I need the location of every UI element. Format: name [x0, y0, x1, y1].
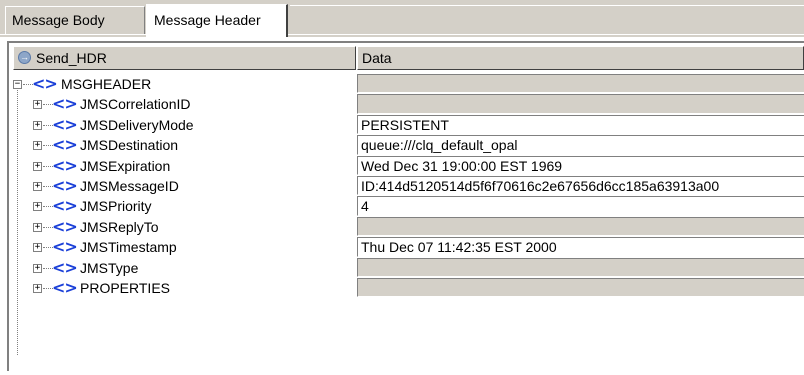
xml-tag-icon: <> — [52, 94, 78, 114]
plus-box-icon[interactable]: + — [33, 283, 42, 293]
plus-box-icon[interactable]: + — [33, 202, 42, 212]
tab-strip-divider — [0, 34, 804, 35]
tree-node-label: JMSCorrelationID — [80, 96, 191, 113]
tree-node-label: JMSExpiration — [80, 157, 171, 174]
tab-strip-border — [290, 5, 804, 34]
tree-node[interactable]: + <> JMSReplyTo — [13, 217, 357, 237]
tree-node[interactable]: + <> PROPERTIES — [13, 278, 357, 298]
tree-node-label: JMSDeliveryMode — [80, 116, 194, 133]
tab-message-header[interactable]: Message Header — [146, 4, 288, 37]
tree-node-label: JMSTimestamp — [80, 239, 177, 256]
tree-node[interactable]: + <> JMSDeliveryMode — [13, 115, 357, 135]
xml-tag-icon: <> — [52, 257, 78, 277]
xml-tag-icon: <> — [52, 135, 78, 155]
xml-tag-icon: <> — [52, 237, 78, 257]
message-header-panel: → Send_HDR Data − <> MSGHEADER + <> JMSCor… — [7, 41, 804, 371]
tree-node-label: JMSPriority — [80, 198, 152, 215]
xml-tag-icon: <> — [52, 114, 78, 134]
xml-tag-icon: <> — [52, 155, 78, 175]
xml-tag-icon: <> — [32, 74, 58, 93]
data-cell[interactable]: Wed Dec 31 19:00:00 EST 1969 — [357, 155, 804, 175]
data-cell-root[interactable] — [357, 74, 804, 94]
plus-box-icon[interactable]: + — [33, 222, 42, 232]
plus-box-icon[interactable]: + — [33, 141, 42, 151]
xml-tag-icon: <> — [52, 216, 78, 236]
tree-node-label: PROPERTIES — [80, 279, 170, 296]
minus-box-icon[interactable]: − — [13, 80, 22, 89]
column-header-name[interactable]: → Send_HDR — [13, 46, 356, 70]
data-cell[interactable] — [357, 94, 804, 114]
tree-node[interactable]: + <> JMSType — [13, 258, 357, 278]
plus-box-icon[interactable]: + — [33, 181, 42, 191]
plus-box-icon[interactable]: + — [33, 100, 42, 110]
tree-node-label: JMSType — [80, 259, 139, 276]
plus-box-icon[interactable]: + — [33, 120, 42, 130]
data-cell[interactable]: PERSISTENT — [357, 114, 804, 135]
tree-node[interactable]: + <> JMSDestination — [13, 135, 357, 155]
plus-box-icon[interactable]: + — [33, 243, 42, 253]
plus-box-icon[interactable]: + — [33, 161, 42, 171]
tree-node[interactable]: + <> JMSTimestamp — [13, 237, 357, 257]
tree-node-label: MSGHEADER — [61, 76, 152, 92]
column-header-data-label: Data — [362, 50, 392, 66]
xml-tag-icon: <> — [52, 196, 78, 216]
column-header-name-label: Send_HDR — [36, 50, 107, 66]
xml-tag-icon: <> — [52, 175, 78, 195]
data-cell[interactable] — [357, 216, 804, 237]
column-header-data[interactable]: Data — [357, 46, 804, 70]
data-cell[interactable]: 4 — [357, 196, 804, 216]
data-cell[interactable]: ID:414d5120514d5f6f70616c2e67656d6cc185a… — [357, 175, 804, 196]
data-cell[interactable] — [357, 277, 804, 298]
tab-strip: Message Body Message Header — [0, 0, 804, 37]
data-column: PERSISTENT queue:///clq_default_opal Wed D… — [357, 74, 804, 298]
tree-node-label: JMSReplyTo — [80, 218, 159, 235]
plus-box-icon[interactable]: + — [33, 263, 42, 273]
xml-tag-icon: <> — [52, 277, 78, 297]
tree-node-label: JMSDestination — [80, 137, 179, 154]
tree-node-label: JMSMessageID — [80, 177, 179, 194]
tree-root-node[interactable]: − <> MSGHEADER — [13, 74, 357, 94]
circle-arrow-icon: → — [18, 51, 31, 64]
tab-message-body[interactable]: Message Body — [5, 6, 145, 34]
tree-node[interactable]: + <> JMSPriority — [13, 196, 357, 216]
tree-node[interactable]: + <> JMSMessageID — [13, 176, 357, 196]
data-cell[interactable]: queue:///clq_default_opal — [357, 135, 804, 155]
data-cell[interactable] — [357, 257, 804, 277]
header-tree: − <> MSGHEADER + <> JMSCorrelationID + <> JMS… — [13, 74, 357, 355]
data-cell[interactable]: Thu Dec 07 11:42:35 EST 2000 — [357, 237, 804, 257]
tree-node[interactable]: + <> JMSCorrelationID — [13, 94, 357, 114]
tree-node[interactable]: + <> JMSExpiration — [13, 156, 357, 176]
